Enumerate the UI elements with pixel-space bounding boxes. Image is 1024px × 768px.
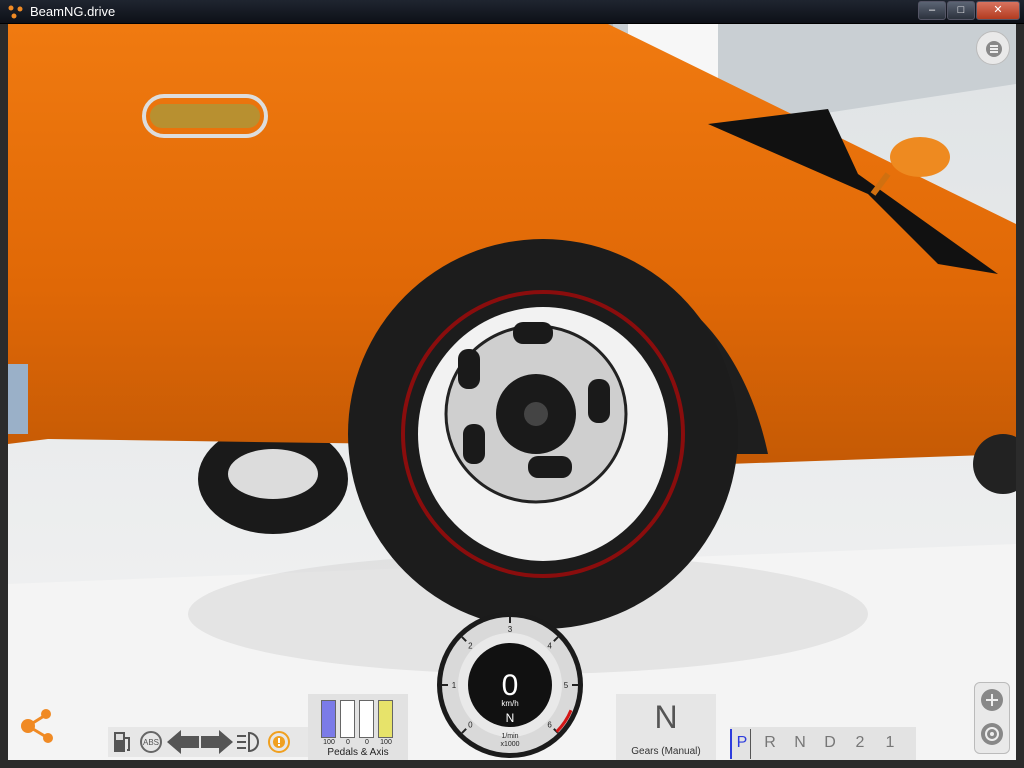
pedals-label: Pedals & Axis: [327, 747, 389, 758]
beamng-logo: [21, 709, 53, 743]
selector-divider: [750, 729, 751, 759]
speed-value: 0: [502, 669, 519, 702]
game-viewport[interactable]: ABS 100 0 0 100 Pedals & Axis 0 1 2 3 4 …: [8, 24, 1016, 760]
side-toolbar: [974, 682, 1010, 754]
current-gear: N: [654, 699, 678, 735]
beamng-app-icon: [8, 5, 23, 19]
gear-p[interactable]: P: [732, 734, 752, 752]
plus-icon: [986, 694, 998, 706]
rpm-scale: x1000: [500, 741, 519, 748]
settings-button[interactable]: [981, 723, 1003, 745]
pedal-value: 100: [380, 739, 392, 746]
turn-right-icon: [201, 730, 233, 754]
abs-icon: ABS: [137, 730, 165, 754]
rpm-tick-label: 3: [508, 625, 513, 634]
rpm-tick-label: 4: [547, 641, 552, 650]
gears-panel: N Gears (Manual): [616, 694, 716, 760]
window-title: BeamNG.drive: [30, 4, 116, 19]
clutch-pedal-bar: [321, 700, 336, 738]
gear-1[interactable]: 1: [880, 734, 900, 752]
throttle-pedal-bar: [378, 700, 393, 738]
turn-left-icon: [167, 730, 199, 754]
gear-d[interactable]: D: [820, 734, 840, 752]
rpm-tick-label: 2: [468, 641, 473, 650]
rpm-tick-label: 5: [564, 681, 569, 690]
vehicle-status-bar: ABS: [108, 727, 308, 757]
app-window: BeamNG.drive – □ ✕ ABS 100 0 0 100 Pedal…: [0, 0, 1024, 768]
rpm-tick-label: 6: [547, 721, 552, 730]
gear-n[interactable]: N: [790, 734, 810, 752]
svg-text:ABS: ABS: [143, 738, 159, 747]
minimize-button[interactable]: –: [918, 1, 946, 20]
pedal-value: 100: [323, 739, 335, 746]
rpm-tick-label: 0: [468, 721, 473, 730]
gear-selector: P R N D 2 1: [730, 727, 916, 760]
speed-unit: km/h: [501, 699, 518, 708]
menu-icon: [986, 41, 1002, 57]
brake-pedal-bar: [340, 700, 355, 738]
close-button[interactable]: ✕: [976, 1, 1020, 20]
pedal-value: 0: [365, 739, 369, 746]
add-app-button[interactable]: [981, 689, 1003, 711]
rpm-unit: 1/min: [501, 733, 518, 740]
gauge-gear: N: [506, 711, 515, 725]
parking-brake-bar: [359, 700, 374, 738]
rpm-tick-label: 1: [452, 681, 457, 690]
pedal-value: 0: [346, 739, 350, 746]
fuel-icon: [109, 730, 135, 754]
gear-r[interactable]: R: [760, 734, 780, 752]
headlight-icon: [235, 730, 263, 754]
hazard-icon: [265, 730, 293, 754]
speedometer-gauge: 0 1 2 3 4 5 6 0 km/h N 1/min x1000: [437, 612, 583, 758]
pedals-axis-panel: 100 0 0 100 Pedals & Axis: [308, 694, 408, 760]
gear-2[interactable]: 2: [850, 734, 870, 752]
gear-icon: [985, 727, 999, 741]
title-bar: BeamNG.drive – □ ✕: [0, 0, 1024, 24]
gears-label: Gears (Manual): [631, 746, 701, 757]
maximize-button[interactable]: □: [947, 1, 975, 20]
main-menu-button[interactable]: [976, 31, 1010, 65]
